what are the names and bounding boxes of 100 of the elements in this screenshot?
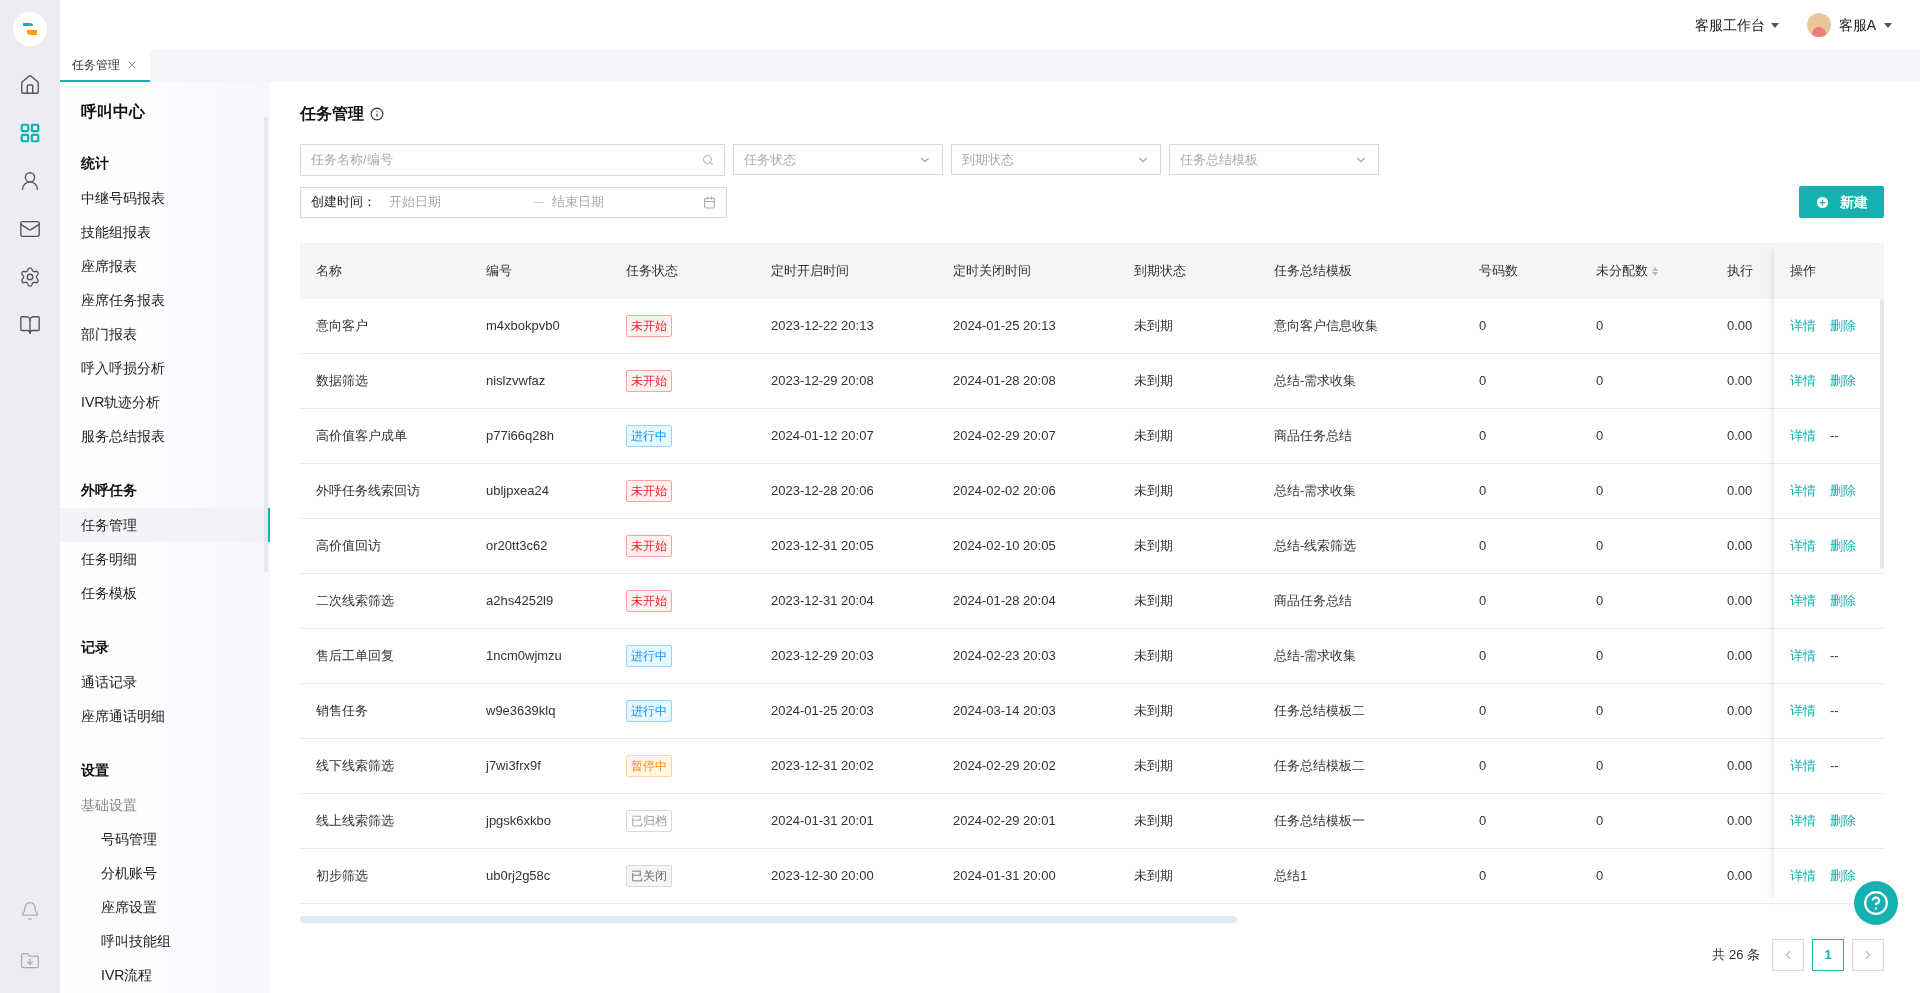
table-cell: 2024-02-10 20:05: [953, 538, 1056, 554]
help-button[interactable]: [1854, 881, 1898, 925]
table-cell: 0: [1596, 813, 1604, 829]
table-cell: 2024-01-25 20:03: [771, 703, 874, 719]
search-field[interactable]: 任务名称/编号: [300, 144, 725, 176]
sidebar-item[interactable]: 任务明细: [60, 542, 270, 576]
delete-link[interactable]: 删除: [1830, 591, 1856, 611]
home-icon[interactable]: [19, 74, 41, 96]
workspace-dropdown[interactable]: 客服工作台: [1694, 14, 1779, 36]
details-link[interactable]: 详情: [1790, 591, 1816, 611]
caret-icon: [1770, 22, 1779, 28]
sidebar-item[interactable]: 基础设置: [60, 788, 270, 822]
mail-icon[interactable]: [19, 218, 41, 240]
table-cell: 2024-01-31 20:01: [771, 813, 874, 829]
select-field[interactable]: 到期状态: [951, 144, 1161, 175]
sidebar-item[interactable]: 座席报表: [60, 249, 270, 283]
sidebar-item[interactable]: 任务管理: [60, 508, 270, 542]
sidebar-item[interactable]: 任务模板: [60, 576, 270, 610]
field-label: 创建时间：: [311, 193, 377, 212]
bell-icon[interactable]: [20, 901, 40, 921]
sidebar-item[interactable]: 呼叫技能组: [60, 924, 270, 958]
delete-link[interactable]: 删除: [1830, 316, 1856, 336]
column-header: 任务状态: [625, 262, 679, 281]
details-link[interactable]: 详情: [1790, 811, 1816, 831]
sidebar-item[interactable]: 号码管理: [60, 822, 270, 856]
column-header: 到期状态: [1133, 262, 1187, 281]
details-link[interactable]: 详情: [1790, 371, 1816, 391]
details-link[interactable]: 详情: [1790, 646, 1816, 666]
details-link[interactable]: 详情: [1790, 701, 1816, 721]
delete-link[interactable]: 删除: [1830, 371, 1856, 391]
page-tab[interactable]: 任务管理: [60, 50, 150, 82]
table-cell: 0: [1596, 428, 1604, 444]
previous-page-button[interactable]: [1772, 939, 1804, 971]
empty-action: --: [1830, 647, 1839, 666]
column-header[interactable]: 未分配数: [1580, 261, 1711, 281]
details-link[interactable]: 详情: [1790, 426, 1816, 446]
details-link[interactable]: 详情: [1790, 481, 1816, 501]
sidebar-item[interactable]: 服务总结报表: [60, 419, 270, 453]
delete-link[interactable]: 删除: [1830, 811, 1856, 831]
details-link[interactable]: 详情: [1790, 756, 1816, 776]
settings-icon[interactable]: [19, 266, 41, 288]
table-cell: 0: [1479, 648, 1487, 664]
status-tag: 已关闭: [626, 865, 672, 887]
table-cell: 0: [1479, 483, 1487, 499]
details-link[interactable]: 详情: [1790, 866, 1816, 886]
table-cell: 1ncm0wjmzu: [486, 648, 562, 664]
table-cell: p77i66q28h: [486, 428, 554, 444]
sidebar-item[interactable]: 座席通话明细: [60, 699, 270, 733]
status-tag: 未开始: [626, 535, 672, 557]
table-cell: 0.00: [1727, 648, 1753, 664]
table-cell: j7wi3frx9f: [486, 758, 541, 774]
table-cell: 商品任务总结: [1274, 593, 1352, 609]
table-cell: 0: [1596, 648, 1604, 664]
close-icon[interactable]: [126, 59, 138, 71]
table-cell: 2023-12-29 20:03: [771, 648, 874, 664]
table-cell: 未到期: [1134, 318, 1173, 334]
column-header: 操作: [1774, 243, 1884, 299]
table-cell: 未到期: [1134, 648, 1173, 664]
section-heading: 外呼任务: [80, 481, 138, 500]
select-field[interactable]: 任务状态: [733, 144, 943, 175]
table-cell: 2023-12-28 20:06: [771, 483, 874, 499]
sidebar-item[interactable]: IVR轨迹分析: [60, 385, 270, 419]
table-cell: 0.00: [1727, 758, 1753, 774]
column-header: 执行: [1726, 262, 1754, 281]
sidebar-item[interactable]: 座席任务报表: [60, 283, 270, 317]
sidebar-item[interactable]: 通话记录: [60, 665, 270, 699]
table-cell: ubljpxea24: [486, 483, 549, 499]
table-cell: 总结-线索筛选: [1274, 538, 1357, 554]
info-icon[interactable]: [370, 107, 384, 121]
table-cell: w9e3639klq: [486, 703, 556, 719]
sort-icon[interactable]: [1652, 266, 1658, 276]
page-button[interactable]: 1: [1812, 939, 1844, 971]
date-range-field[interactable]: 创建时间： 开始日期 结束日期: [300, 186, 727, 218]
search-icon: [702, 154, 714, 166]
folder-download-icon[interactable]: [20, 951, 40, 971]
app-logo[interactable]: [13, 12, 47, 46]
sidebar-item[interactable]: 呼入呼损分析: [60, 351, 270, 385]
plus-icon: [1815, 194, 1830, 210]
apps-icon[interactable]: [19, 122, 41, 144]
table-cell: 0: [1479, 428, 1487, 444]
delete-link[interactable]: 删除: [1830, 481, 1856, 501]
sidebar-item[interactable]: IVR流程: [60, 958, 270, 992]
delete-link[interactable]: 删除: [1830, 536, 1856, 556]
sidebar-item[interactable]: 部门报表: [60, 317, 270, 351]
delete-link[interactable]: 删除: [1830, 866, 1856, 886]
table-cell: 2024-01-12 20:07: [771, 428, 874, 444]
horizontal-scrollbar[interactable]: [300, 916, 1237, 923]
sidebar-item[interactable]: 中继号码报表: [60, 181, 270, 215]
details-link[interactable]: 详情: [1790, 536, 1816, 556]
details-link[interactable]: 详情: [1790, 316, 1816, 336]
select-field[interactable]: 任务总结模板: [1169, 144, 1379, 175]
sidebar-item[interactable]: 分机账号: [60, 856, 270, 890]
user-menu[interactable]: 客服A: [1806, 13, 1892, 37]
sidebar-item[interactable]: 座席设置: [60, 890, 270, 924]
next-page-button[interactable]: [1852, 939, 1884, 971]
table-cell: 2023-12-22 20:13: [771, 318, 874, 334]
new-button[interactable]: 新建: [1799, 186, 1884, 218]
sidebar-item[interactable]: 技能组报表: [60, 215, 270, 249]
book-icon[interactable]: [19, 314, 41, 336]
user-icon[interactable]: [19, 170, 41, 192]
